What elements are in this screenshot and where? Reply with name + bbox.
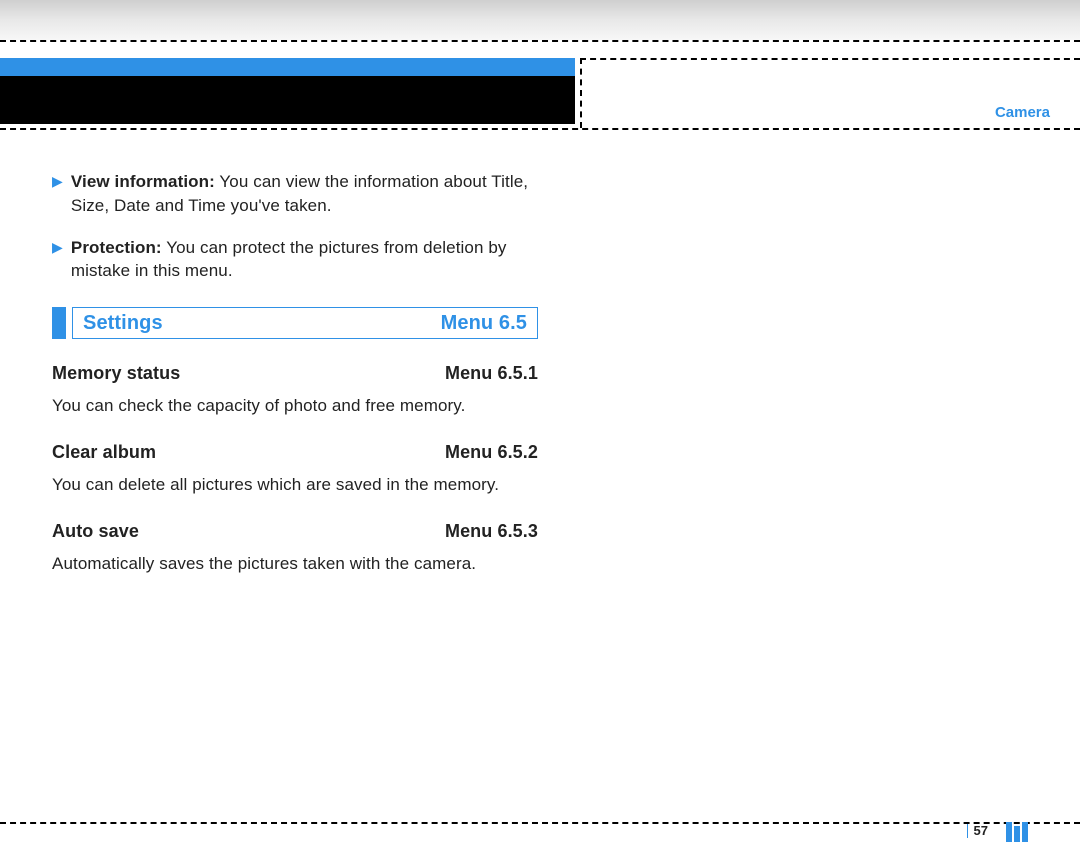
- triangle-icon: ▶: [52, 238, 63, 284]
- subsection-body: You can delete all pictures which are sa…: [52, 473, 538, 497]
- subsection-menu: Menu 6.5.2: [445, 440, 538, 465]
- bullet-item: ▶ Protection: You can protect the pictur…: [52, 236, 538, 284]
- inner-dash-top: [580, 58, 1080, 60]
- heading-bar: Settings Menu 6.5: [72, 307, 538, 339]
- subsection-row: Auto save Menu 6.5.3: [52, 519, 538, 544]
- heading-menu: Menu 6.5: [441, 309, 527, 337]
- bullet-label: View information:: [71, 172, 215, 191]
- bullet-item: ▶ View information: You can view the inf…: [52, 170, 538, 218]
- section-label: Camera: [995, 104, 1050, 121]
- bullet-body: Protection: You can protect the pictures…: [71, 236, 538, 284]
- subsection-row: Memory status Menu 6.5.1: [52, 361, 538, 386]
- inner-dash-row: [0, 128, 1080, 130]
- page-number-value: 57: [974, 823, 988, 838]
- subsection-title: Memory status: [52, 361, 180, 386]
- page-content: ▶ View information: You can view the inf…: [52, 170, 538, 576]
- heading-accent-tab: [52, 307, 66, 339]
- subsection-body: You can check the capacity of photo and …: [52, 394, 538, 418]
- footer-bars-icon: [1006, 822, 1028, 842]
- page-number: 57: [967, 823, 988, 838]
- heading-title: Settings: [83, 309, 163, 337]
- subsection-title: Clear album: [52, 440, 156, 465]
- subsection-menu: Menu 6.5.3: [445, 519, 538, 544]
- inner-dash-vertical: [580, 58, 582, 128]
- section-heading: Settings Menu 6.5: [52, 307, 538, 339]
- outer-dash-top: [0, 40, 1080, 42]
- bullet-label: Protection:: [71, 238, 162, 257]
- subsection-body: Automatically saves the pictures taken w…: [52, 552, 538, 576]
- bullet-body: View information: You can view the infor…: [71, 170, 538, 218]
- page-number-separator-icon: [967, 824, 968, 838]
- header-black-bar: [0, 76, 575, 124]
- triangle-icon: ▶: [52, 172, 63, 218]
- outer-dash-bottom: [0, 822, 1080, 824]
- subsection-row: Clear album Menu 6.5.2: [52, 440, 538, 465]
- subsection-title: Auto save: [52, 519, 139, 544]
- header-blue-bar: [0, 58, 575, 76]
- top-gradient-band: [0, 0, 1080, 40]
- subsection-menu: Menu 6.5.1: [445, 361, 538, 386]
